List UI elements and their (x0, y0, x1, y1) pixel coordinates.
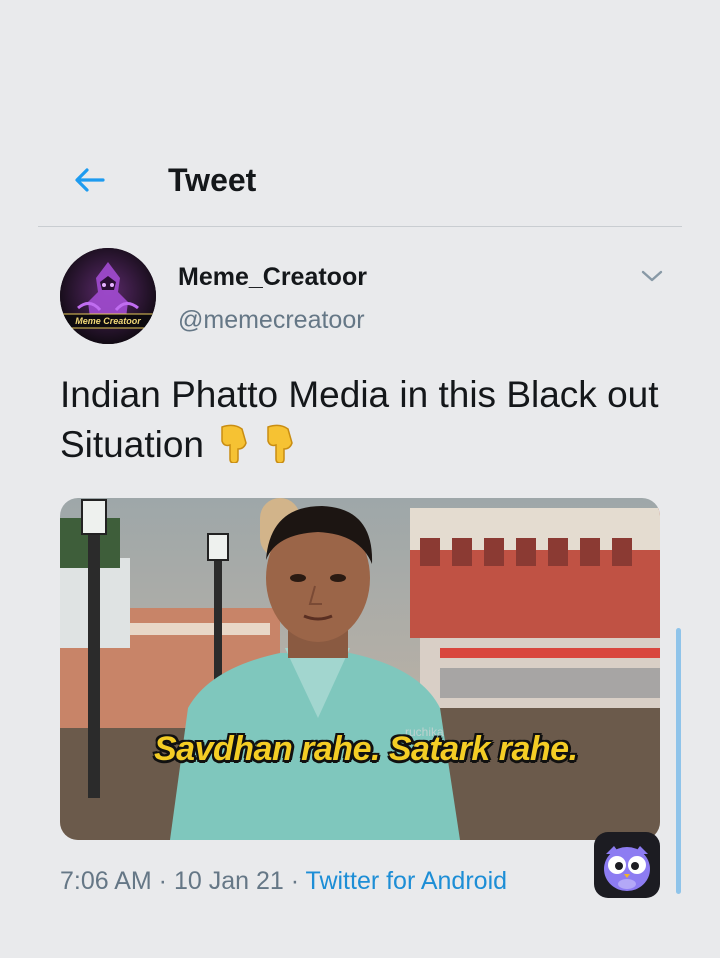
more-options-button[interactable] (638, 262, 666, 290)
meta-separator: · (151, 867, 174, 895)
meme-caption: Savdhan rahe. Satark rahe. (154, 730, 578, 768)
tweet-header: Tweet (0, 140, 720, 226)
arrow-left-icon (75, 168, 105, 192)
tweet-source-link[interactable]: Twitter for Android (306, 867, 507, 895)
avatar-image (60, 248, 156, 344)
tweet-meta: 7:06 AM · 10 Jan 21 · Twitter for Androi… (60, 866, 507, 896)
avatar-label: Meme Creatoor (75, 316, 141, 326)
tweet-media-image[interactable]: ruchika Savdhan rahe. Satark rahe. (60, 498, 660, 840)
avatar[interactable]: Meme Creatoor (60, 248, 156, 344)
user-handle[interactable]: @memecreatoor (178, 305, 365, 335)
tweet-body: Indian Phatto Media in this Black out Si… (60, 374, 659, 465)
back-button[interactable] (68, 160, 112, 200)
tweet-text: Indian Phatto Media in this Black out Si… (60, 370, 670, 476)
tweet-time: 7:06 AM (60, 867, 152, 895)
display-name[interactable]: Meme_Creatoor (178, 262, 367, 292)
pointing-down-emoji-icon (262, 423, 298, 476)
meme-image: ruchika (60, 498, 660, 840)
overlay-app-badge[interactable] (594, 832, 660, 898)
owl-icon (604, 846, 650, 891)
page-title: Tweet (168, 162, 257, 198)
header-divider (38, 226, 682, 227)
tweet-date: 10 Jan 21 (173, 867, 284, 895)
pointing-down-emoji-icon (216, 423, 252, 476)
chevron-down-icon (641, 270, 663, 282)
meta-separator: · (283, 867, 306, 895)
scrollbar[interactable] (676, 628, 681, 894)
